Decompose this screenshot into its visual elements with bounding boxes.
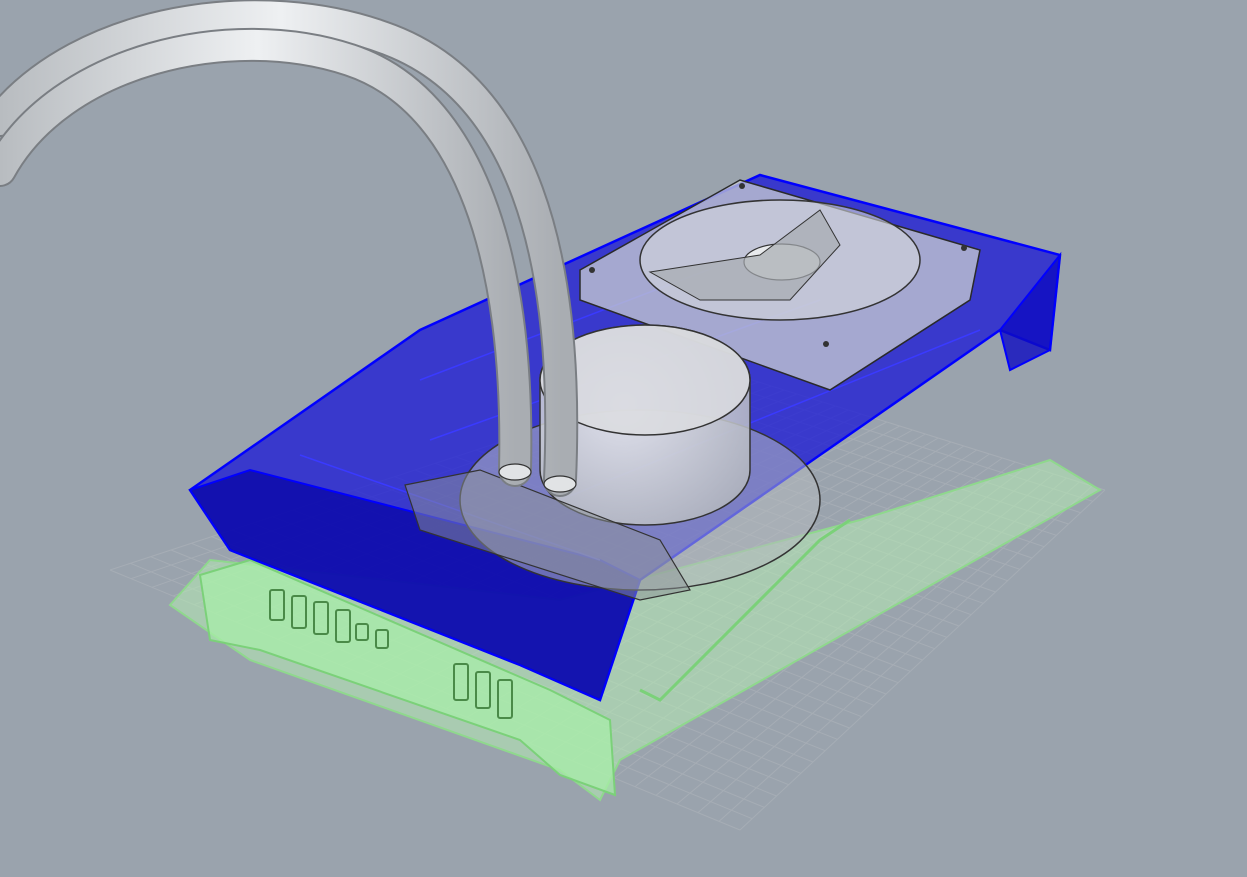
tube-fitting-right xyxy=(543,475,577,493)
tube-fitting-left xyxy=(498,463,532,481)
3d-viewport[interactable] xyxy=(0,0,1247,877)
